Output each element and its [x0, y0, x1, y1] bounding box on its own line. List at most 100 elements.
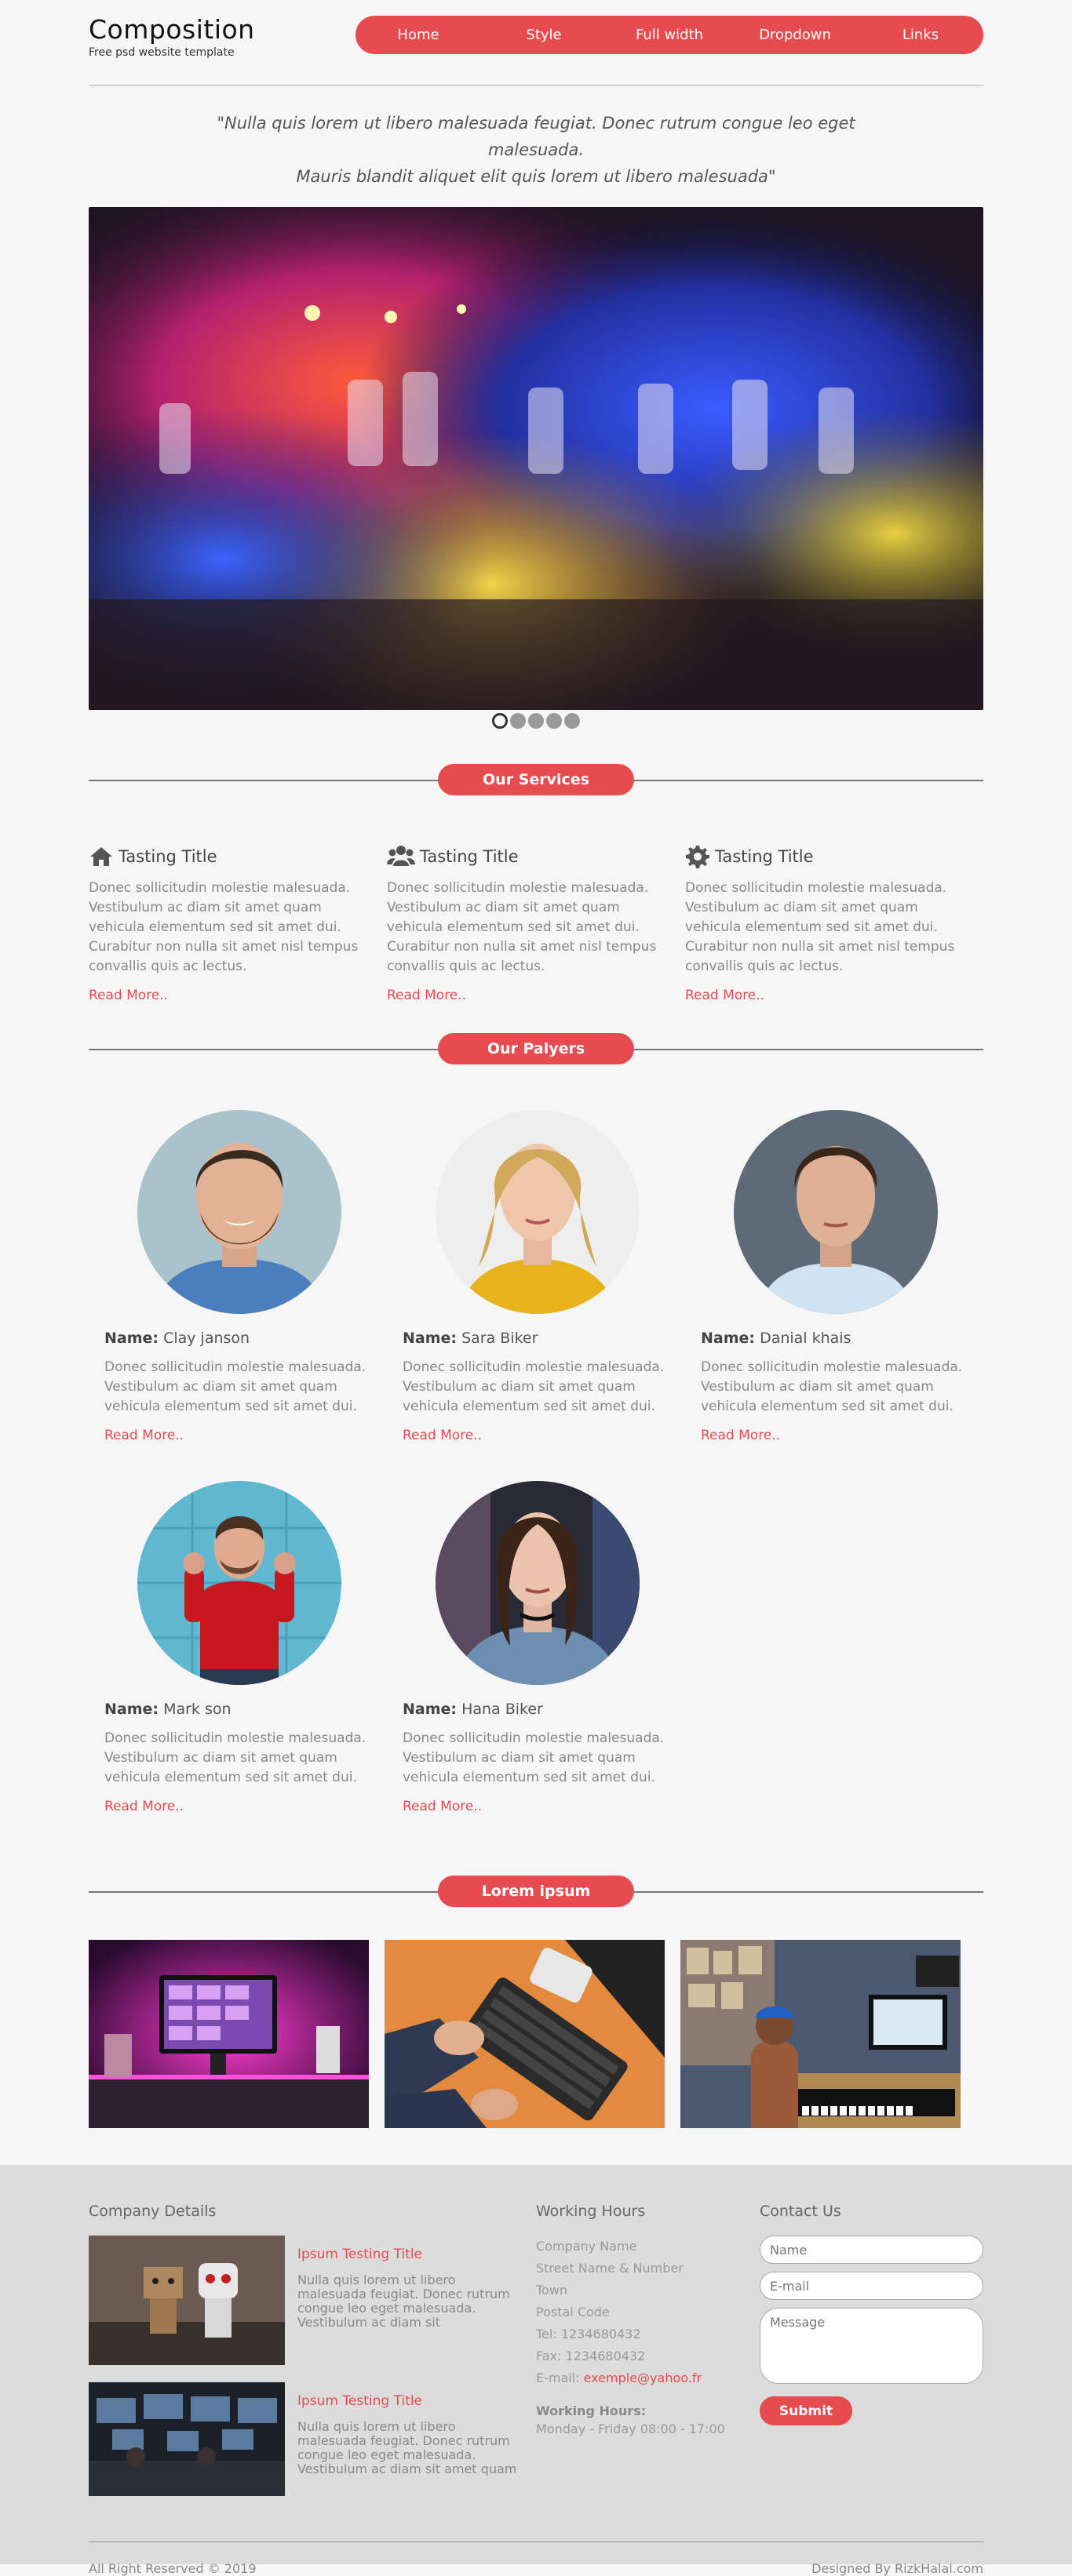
- player-name-value: Clay janson: [163, 1330, 250, 1347]
- slider-dot-3[interactable]: [528, 713, 544, 729]
- player-text: Donec sollicitudin molestie malesuada. V…: [403, 1359, 665, 1414]
- service-text: Donec sollicitudin molestie malesuada. V…: [89, 880, 359, 974]
- player-card: Name: Clay janson Donec sollicitudin mol…: [89, 1110, 387, 1443]
- users-icon: [387, 846, 415, 866]
- nav-links[interactable]: Links: [858, 27, 983, 43]
- hero-slider-image[interactable]: [89, 207, 983, 710]
- slider-dot-1[interactable]: [492, 713, 508, 729]
- gear-icon: [686, 846, 709, 868]
- nav-dropdown[interactable]: Dropdown: [732, 27, 858, 43]
- footer-bottom: All Right Reserved © 2019 Designed By Ri…: [89, 2561, 983, 2576]
- submit-button[interactable]: Submit: [760, 2396, 852, 2425]
- service-title: Tasting Title: [119, 847, 217, 866]
- player-avatar[interactable]: [734, 1110, 938, 1314]
- quote-line-1: "Nulla quis lorem ut libero malesuada fe…: [217, 114, 855, 159]
- footer-contact-form: Contact Us Submit: [760, 2203, 983, 2513]
- hours-heading: Working Hours:: [536, 2403, 647, 2418]
- brand-title: Composition: [89, 14, 255, 45]
- player-name-label: Name:: [403, 1701, 458, 1718]
- nav-style[interactable]: Style: [481, 27, 607, 43]
- gallery: [89, 1940, 983, 2128]
- gallery-image-studio[interactable]: [680, 1940, 961, 2128]
- footer-news-text: Nulla quis lorem ut libero malesuada feu…: [297, 2419, 517, 2476]
- player-avatar[interactable]: [436, 1110, 640, 1314]
- services-heading: Our Services: [438, 764, 634, 795]
- players-heading: Our Palyers: [438, 1033, 634, 1064]
- footer-working-hours: Working Hours Company Name Street Name &…: [536, 2203, 760, 2513]
- read-more-link[interactable]: Read More..: [89, 988, 168, 1003]
- player-name-label: Name:: [104, 1701, 159, 1718]
- read-more-link[interactable]: Read More..: [701, 1428, 780, 1443]
- services-section-title: Our Services: [89, 764, 983, 795]
- player-text: Donec sollicitudin molestie malesuada. V…: [104, 1730, 366, 1785]
- fax: Fax: 1234680432: [536, 2349, 646, 2363]
- service-item: Tasting Title Donec sollicitudin molesti…: [387, 844, 685, 1003]
- player-name: Name: Mark son: [104, 1701, 387, 1718]
- hours-value: Monday - Friday 08:00 - 17:00: [536, 2421, 725, 2436]
- player-avatar[interactable]: [137, 1481, 341, 1685]
- home-icon: [90, 847, 112, 866]
- footer-news-title[interactable]: Ipsum Testing Title: [297, 2247, 520, 2262]
- gallery-image-keyboard[interactable]: [385, 1940, 665, 2128]
- player-name: Name: Danial khais: [701, 1330, 983, 1347]
- footer-divider: [89, 2541, 983, 2542]
- service-title: Tasting Title: [715, 847, 814, 866]
- player-name-value: Sara Biker: [461, 1330, 538, 1347]
- services-list: Tasting Title Donec sollicitudin molesti…: [89, 844, 983, 1003]
- read-more-link[interactable]: Read More..: [403, 1799, 482, 1814]
- player-text: Donec sollicitudin molestie malesuada. V…: [701, 1359, 963, 1414]
- gallery-image-desk-monitor[interactable]: [89, 1940, 369, 2128]
- read-more-link[interactable]: Read More..: [104, 1428, 184, 1443]
- player-avatar[interactable]: [436, 1481, 640, 1685]
- player-name-value: Mark son: [163, 1701, 232, 1718]
- slider-dot-2[interactable]: [510, 713, 526, 729]
- player-name-label: Name:: [701, 1330, 756, 1347]
- contact-email-input[interactable]: [760, 2272, 983, 2300]
- footer-news-item: Ipsum Testing Title Nulla quis lorem ut …: [89, 2382, 536, 2496]
- contact-message-input[interactable]: [760, 2308, 983, 2384]
- brand-subtitle: Free psd website template: [89, 46, 235, 59]
- service-text: Donec sollicitudin molestie malesuada. V…: [387, 880, 657, 974]
- service-item: Tasting Title Donec sollicitudin molesti…: [685, 844, 983, 1003]
- service-title: Tasting Title: [420, 847, 519, 866]
- read-more-link[interactable]: Read More..: [685, 988, 764, 1003]
- main-nav: Home Style Full width Dropdown Links: [356, 16, 983, 54]
- player-text: Donec sollicitudin molestie malesuada. V…: [104, 1359, 366, 1414]
- email-line: E-mail: exemple@yahoo.fr: [536, 2367, 760, 2389]
- gallery-section-title: Lorem ipsum: [89, 1876, 983, 1907]
- service-item: Tasting Title Donec sollicitudin molesti…: [89, 844, 387, 1003]
- footer-company-heading: Company Details: [89, 2203, 217, 2220]
- service-text: Donec sollicitudin molestie malesuada. V…: [685, 880, 955, 974]
- town: Town: [536, 2283, 568, 2298]
- read-more-link[interactable]: Read More..: [403, 1428, 482, 1443]
- email-link[interactable]: exemple@yahoo.fr: [584, 2370, 702, 2385]
- footer-working-heading: Working Hours: [536, 2203, 646, 2220]
- footer-news-thumbnail[interactable]: [89, 2236, 285, 2365]
- read-more-link[interactable]: Read More..: [387, 988, 466, 1003]
- footer-company-details: Company Details Ipsum Testing Title Null…: [89, 2203, 536, 2513]
- footer-news-title[interactable]: Ipsum Testing Title: [297, 2393, 520, 2409]
- copyright: All Right Reserved © 2019: [89, 2561, 257, 2576]
- player-name-label: Name:: [403, 1330, 458, 1347]
- footer-news-thumbnail[interactable]: [89, 2382, 285, 2496]
- player-name-value: Hana Biker: [461, 1701, 543, 1718]
- quote-line-2: Mauris blandit aliquet elit quis lorem u…: [296, 167, 776, 186]
- nav-home[interactable]: Home: [356, 27, 481, 43]
- players-list: Name: Clay janson Donec sollicitudin mol…: [89, 1110, 983, 1852]
- nav-full-width[interactable]: Full width: [607, 27, 732, 43]
- footer-news-item: Ipsum Testing Title Nulla quis lorem ut …: [89, 2236, 536, 2365]
- player-text: Donec sollicitudin molestie malesuada. V…: [403, 1730, 665, 1785]
- contact-name-input[interactable]: [760, 2236, 983, 2264]
- designed-by[interactable]: Designed By RizkHalal.com: [811, 2561, 983, 2576]
- slider-dots: [89, 713, 983, 729]
- slider-dot-4[interactable]: [546, 713, 562, 729]
- brand[interactable]: Composition Free psd website template: [89, 14, 255, 59]
- read-more-link[interactable]: Read More..: [104, 1799, 184, 1814]
- player-name-value: Danial khais: [760, 1330, 851, 1347]
- hero-quote: "Nulla quis lorem ut libero malesuada fe…: [89, 110, 983, 190]
- player-name: Name: Clay janson: [104, 1330, 387, 1347]
- slider-dot-5[interactable]: [564, 713, 580, 729]
- player-avatar[interactable]: [137, 1110, 341, 1314]
- player-card: Name: Mark son Donec sollicitudin molest…: [89, 1481, 387, 1814]
- postal-code: Postal Code: [536, 2305, 610, 2319]
